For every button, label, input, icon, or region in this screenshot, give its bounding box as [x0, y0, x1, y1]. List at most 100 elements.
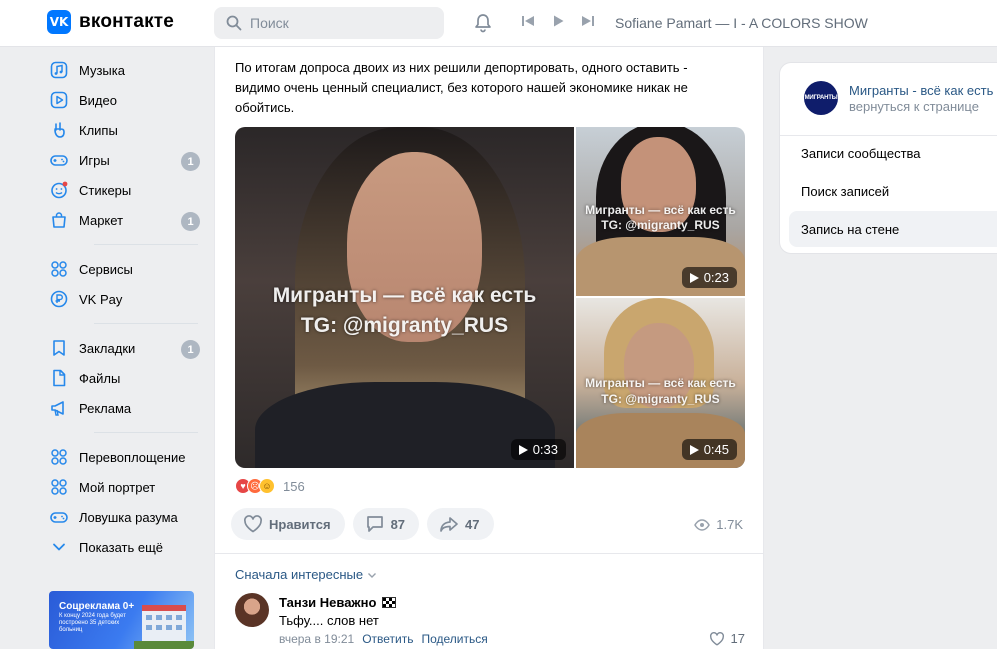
sidebar-item-clips[interactable]: Клипы: [40, 115, 210, 145]
sidebar-item-files[interactable]: Файлы: [40, 363, 210, 393]
comment-text: Тьфу.... слов нет: [279, 613, 379, 628]
comment-meta: вчера в 19:21 Ответить Поделиться: [279, 632, 488, 646]
laugh-reaction-icon: ☺: [259, 478, 275, 494]
avatar[interactable]: [235, 593, 269, 627]
sidebar-item-label: Реклама: [79, 400, 132, 416]
sidebar-item-vkpay[interactable]: VK Pay: [40, 284, 210, 314]
comment-count: 87: [390, 516, 406, 532]
left-sidebar: Музыка Видео Клипы Игры 1 Стикеры Маркет…: [40, 55, 210, 562]
sidebar-item-ads[interactable]: Реклама: [40, 393, 210, 423]
menu-wall-post[interactable]: Запись на стене: [789, 211, 997, 247]
share-count: 47: [465, 516, 480, 532]
social-ad-banner[interactable]: Соцреклама 0+ К концу 2024 года будет по…: [49, 591, 194, 649]
games-icon: [50, 155, 68, 166]
share-icon: [440, 517, 458, 532]
like-button[interactable]: Нравится: [231, 508, 345, 540]
video-tile-main[interactable]: Мигранты — всё как есть TG: @migranty_RU…: [235, 127, 574, 468]
gamepad-icon: [50, 512, 68, 523]
comment-icon: [366, 516, 383, 532]
sidebar-item-stickers[interactable]: Стикеры: [40, 175, 210, 205]
right-panel: МИГРАНТЫ Мигранты - всё как есть вернуть…: [779, 62, 997, 254]
comment-author[interactable]: Танзи Неважно: [279, 595, 397, 610]
duration-text: 0:45: [703, 442, 729, 457]
sidebar-item-bookmarks[interactable]: Закладки 1: [40, 333, 210, 363]
audio-player: [521, 14, 595, 28]
notifications-button[interactable]: [472, 12, 494, 37]
comment-button[interactable]: 87: [352, 508, 420, 540]
comment-time[interactable]: вчера в 19:21: [279, 632, 354, 646]
play-icon[interactable]: [551, 14, 565, 28]
sidebar-item-label: Маркет: [79, 212, 124, 228]
logo-text: вконтакте: [79, 11, 175, 32]
duration-text: 0:23: [703, 270, 729, 285]
sidebar-item-label: Игры: [79, 152, 110, 168]
play-icon: [689, 272, 699, 283]
video-tile-second[interactable]: Мигранты — всё как есть TG: @migranty_RU…: [576, 127, 745, 296]
like-label: Нравится: [269, 516, 331, 532]
files-icon: [53, 369, 66, 387]
watermark-line-1: Мигранты — всё как есть: [585, 376, 736, 390]
sidebar-item-games[interactable]: Игры 1: [40, 145, 210, 175]
watermark-line-2: TG: @migranty_RUS: [601, 218, 720, 232]
search-input[interactable]: [250, 15, 430, 31]
group-avatar: МИГРАНТЫ: [804, 81, 838, 115]
market-icon: [52, 212, 66, 228]
sidebar-item-label: Мой портрет: [79, 479, 156, 495]
heart-icon: [244, 515, 262, 533]
top-bar: VK вконтакте Sofiane Pamart — I - A COLO…: [0, 0, 997, 47]
stickers-icon: [51, 181, 68, 199]
sidebar-item-label: Стикеры: [79, 182, 132, 198]
next-track-icon[interactable]: [581, 14, 595, 28]
video-tile-third[interactable]: Мигранты — всё как есть TG: @migranty_RU…: [576, 298, 745, 468]
comment-like-button[interactable]: 17: [709, 631, 745, 646]
chevron-down-icon: [368, 572, 377, 578]
video-gallery: Мигранты — всё как есть TG: @migranty_RU…: [235, 127, 745, 468]
comments-sort-toggle[interactable]: Сначала интересные: [235, 567, 377, 582]
reactions-summary[interactable]: ♥ ☹ ☺ 156: [235, 478, 305, 494]
search-icon: [226, 15, 242, 31]
menu-search-posts[interactable]: Поиск записей: [789, 173, 997, 209]
bell-icon: [475, 14, 491, 33]
bookmarks-badge: 1: [181, 340, 200, 359]
sidebar-item-services[interactable]: Сервисы: [40, 254, 210, 284]
sidebar-item-label: Закладки: [79, 340, 136, 356]
sidebar-item-app-portrait[interactable]: Мой портрет: [40, 472, 210, 502]
sidebar-item-market[interactable]: Маркет 1: [40, 205, 210, 235]
post-divider: [215, 553, 763, 554]
share-button[interactable]: 47: [427, 508, 494, 540]
bookmarks-icon: [53, 340, 65, 356]
app-icon: [51, 449, 67, 465]
now-playing-track[interactable]: Sofiane Pamart — I - A COLORS SHOW: [615, 15, 868, 31]
play-icon: [518, 444, 528, 455]
sidebar-item-music[interactable]: Музыка: [40, 55, 210, 85]
sidebar-item-video[interactable]: Видео: [40, 85, 210, 115]
sidebar-item-label: Видео: [79, 92, 117, 108]
sidebar-show-more[interactable]: Показать ещё: [40, 532, 210, 562]
sort-label: Сначала интересные: [235, 567, 364, 582]
share-link[interactable]: Поделиться: [421, 632, 487, 646]
sidebar-item-label: Показать ещё: [79, 539, 164, 555]
menu-community-posts[interactable]: Записи сообщества: [789, 135, 997, 171]
sidebar-item-app-transformation[interactable]: Перевоплощение: [40, 442, 210, 472]
video-duration: 0:33: [510, 439, 566, 460]
post-text: По итогам допроса двоих из них решили де…: [235, 60, 688, 115]
sidebar-item-label: Сервисы: [79, 261, 133, 277]
reply-link[interactable]: Ответить: [362, 632, 413, 646]
sidebar-item-label: Файлы: [79, 370, 121, 386]
previous-track-icon[interactable]: [521, 14, 535, 28]
hospital-building-image: [134, 605, 194, 649]
eye-icon: [694, 518, 711, 531]
vk-logo[interactable]: VK вконтакте: [47, 10, 174, 34]
sidebar-item-app-mind-trap[interactable]: Ловушка разума: [40, 502, 210, 532]
megaphone-icon: [51, 401, 64, 416]
games-badge: 1: [181, 152, 200, 171]
watermark-line-2: TG: @migranty_RUS: [601, 392, 720, 406]
video-duration: 0:45: [681, 439, 737, 460]
sidebar-divider: [94, 244, 198, 245]
group-link[interactable]: МИГРАНТЫ Мигранты - всё как есть вернуть…: [804, 81, 993, 115]
sidebar-item-label: Ловушка разума: [79, 509, 178, 525]
back-to-page-link[interactable]: вернуться к странице: [849, 99, 993, 114]
clips-icon: [54, 122, 65, 138]
group-name[interactable]: Мигранты - всё как есть: [849, 83, 993, 98]
search-box[interactable]: [214, 7, 444, 39]
